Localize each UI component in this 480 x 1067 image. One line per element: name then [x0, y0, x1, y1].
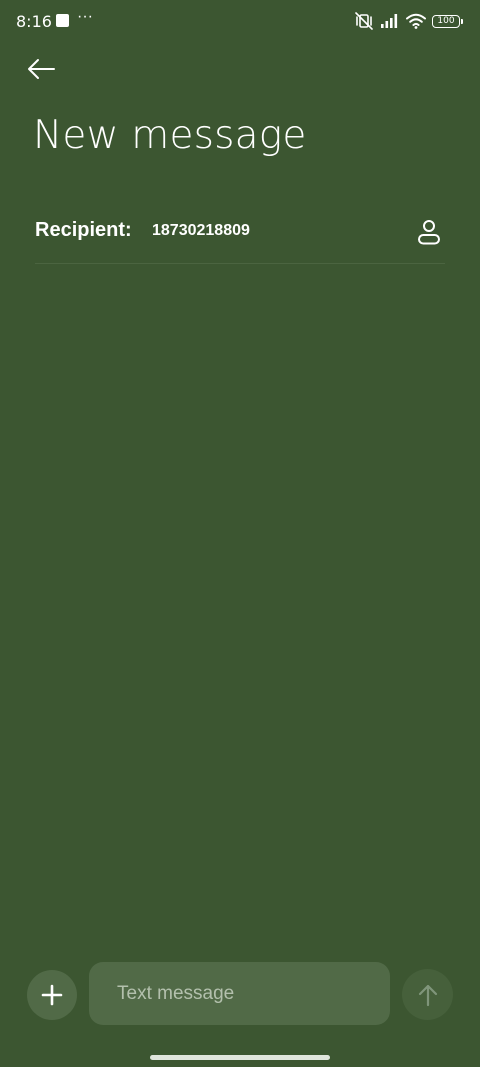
recipient-divider: [35, 263, 445, 264]
home-indicator[interactable]: [150, 1055, 330, 1060]
recipient-input[interactable]: [152, 216, 392, 246]
contact-picker-button[interactable]: [413, 216, 445, 248]
plus-icon: [41, 984, 63, 1006]
status-time: 8:16: [16, 12, 52, 31]
arrow-left-icon: [28, 59, 55, 79]
arrow-up-icon: [418, 984, 437, 1006]
person-icon: [418, 220, 440, 245]
wifi-icon: [406, 13, 426, 29]
page-title: New message: [33, 113, 307, 158]
notification-square-icon: [56, 14, 69, 27]
recipient-row: Recipient:: [35, 210, 445, 254]
more-notifications-icon: ···: [77, 8, 93, 25]
signal-icon: [380, 13, 400, 29]
send-button[interactable]: [402, 969, 453, 1020]
recipient-label: Recipient:: [35, 219, 132, 241]
message-input[interactable]: [117, 979, 377, 1009]
mute-vibrate-icon: [354, 12, 374, 30]
add-attachment-button[interactable]: [27, 970, 77, 1020]
message-composer: [89, 962, 390, 1025]
status-bar: 8:16 ··· 100: [0, 0, 480, 42]
back-button[interactable]: [22, 50, 60, 88]
battery-icon: 100: [432, 14, 463, 28]
new-message-screen: 8:16 ··· 100 New message Recipient: 1873…: [0, 0, 480, 1067]
status-icons: 100: [354, 10, 463, 32]
